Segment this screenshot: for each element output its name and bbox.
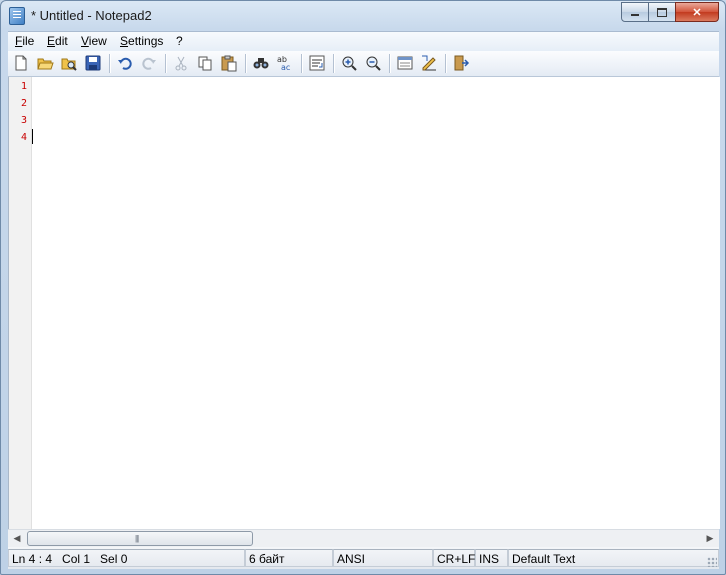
status-encoding[interactable]: ANSI: [333, 549, 433, 567]
copy-icon[interactable]: [196, 54, 214, 72]
resize-grip-icon[interactable]: [707, 557, 717, 567]
scrollbar-thumb[interactable]: |||: [27, 531, 253, 546]
menu-settings[interactable]: Settings: [120, 34, 163, 48]
window-title: * Untitled - Notepad2: [31, 8, 152, 23]
menu-bar: File Edit View Settings ?: [8, 31, 719, 51]
status-line-endings[interactable]: CR+LF: [433, 549, 475, 567]
toolbar-separator: [389, 54, 391, 73]
menu-file[interactable]: File: [15, 34, 34, 48]
grip-icon: |||: [135, 534, 139, 543]
scroll-right-icon[interactable]: ▶: [704, 532, 716, 544]
menu-view[interactable]: View: [81, 34, 107, 48]
status-bar: Ln 4 : 4 Col 1 Sel 0 6 байт ANSI CR+LF I…: [8, 547, 719, 569]
horizontal-scrollbar[interactable]: ◀ ||| ▶: [8, 529, 719, 547]
status-insert-mode[interactable]: INS: [475, 549, 508, 567]
text-caret: [32, 129, 33, 144]
customize-icon[interactable]: [420, 54, 438, 72]
menu-edit[interactable]: Edit: [47, 34, 68, 48]
word-wrap-icon[interactable]: [308, 54, 326, 72]
close-icon: ✕: [692, 6, 702, 19]
status-scheme[interactable]: Default Text: [508, 549, 719, 567]
text-editor[interactable]: 1 2 3 4: [8, 77, 720, 529]
status-size: 6 байт: [245, 549, 333, 567]
zoom-out-icon[interactable]: [364, 54, 382, 72]
open-icon[interactable]: [36, 54, 54, 72]
paste-icon[interactable]: [220, 54, 238, 72]
line-number: 3: [20, 115, 27, 126]
notepad-icon[interactable]: [9, 7, 25, 25]
line-number: 1: [20, 81, 27, 92]
scroll-left-icon[interactable]: ◀: [11, 532, 23, 544]
redo-icon[interactable]: [140, 54, 158, 72]
maximize-button[interactable]: [648, 2, 676, 22]
replace-icon[interactable]: ab ac: [276, 54, 294, 72]
toolbar: ab ac: [8, 51, 719, 77]
zoom-in-icon[interactable]: [340, 54, 358, 72]
line-number: 4: [20, 132, 27, 143]
toolbar-separator: [301, 54, 303, 73]
scheme-icon[interactable]: [396, 54, 414, 72]
notepad2-window: * Untitled - Notepad2 ✕ File Edit View S…: [0, 0, 726, 575]
browse-icon[interactable]: [60, 54, 78, 72]
status-position[interactable]: Ln 4 : 4 Col 1 Sel 0: [8, 549, 245, 567]
save-icon[interactable]: [84, 54, 102, 72]
title-bar[interactable]: * Untitled - Notepad2 ✕: [1, 1, 725, 31]
svg-text:ac: ac: [281, 63, 290, 72]
minimize-icon: [631, 14, 639, 16]
toolbar-separator: [109, 54, 111, 73]
menu-help[interactable]: ?: [176, 34, 183, 48]
close-button[interactable]: ✕: [675, 2, 719, 22]
toolbar-separator: [165, 54, 167, 73]
caption-buttons: ✕: [621, 2, 719, 22]
minimize-button[interactable]: [621, 2, 649, 22]
line-number-gutter: 1 2 3 4: [9, 77, 32, 529]
find-icon[interactable]: [252, 54, 270, 72]
toolbar-separator: [333, 54, 335, 73]
maximize-icon: [657, 7, 667, 17]
undo-icon[interactable]: [116, 54, 134, 72]
new-icon[interactable]: [12, 54, 30, 72]
exit-icon[interactable]: [452, 54, 470, 72]
toolbar-separator: [245, 54, 247, 73]
line-number: 2: [20, 98, 27, 109]
toolbar-separator: [445, 54, 447, 73]
cut-icon[interactable]: [172, 54, 190, 72]
